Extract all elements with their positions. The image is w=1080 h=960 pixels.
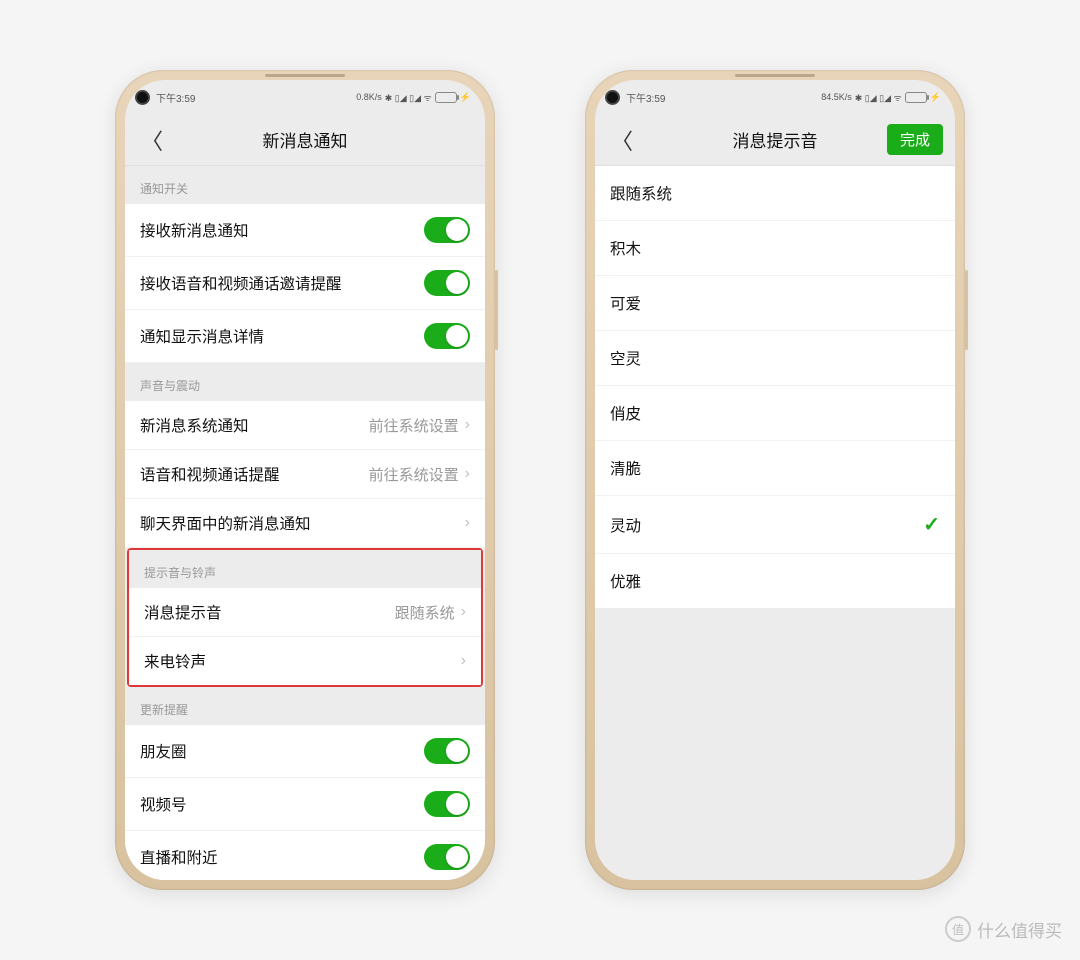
section-header: 更新提醒 [125, 687, 485, 725]
status-bar: 下午3:59 0.8K/s ✱ ▯◢ ▯◢ ᯤ ⚡ [125, 80, 485, 114]
cell-label: 接收语音和视频通话邀请提醒 [140, 272, 342, 294]
chevron-right-icon: › [465, 514, 470, 532]
sound-option-crisp[interactable]: 清脆 [595, 441, 955, 496]
cell-label: 来电铃声 [144, 650, 206, 672]
sound-option-elegant[interactable]: 优雅 [595, 554, 955, 608]
phone-right: 下午3:59 84.5K/s ✱ ▯◢ ▯◢ ᯤ ⚡ 〈 消息提示音 完成 跟随… [585, 70, 965, 890]
content-area[interactable]: 通知开关 接收新消息通知 接收语音和视频通话邀请提醒 通知显示消息详情 声音与震… [125, 166, 485, 880]
sound-label: 清脆 [610, 457, 641, 479]
done-button[interactable]: 完成 [887, 124, 943, 155]
back-button[interactable]: 〈 [137, 120, 167, 160]
row-call-ringtone[interactable]: 来电铃声 › [129, 637, 481, 685]
cell-label: 接收新消息通知 [140, 219, 249, 241]
sound-option-blocks[interactable]: 积木 [595, 221, 955, 276]
charging-icon: ⚡ [930, 92, 941, 103]
sound-option-lively[interactable]: 灵动 ✓ [595, 496, 955, 554]
cell-value: 前往系统设置 [369, 464, 459, 485]
front-camera [135, 90, 150, 105]
status-icons: ✱ ▯◢ ▯◢ ᯤ [855, 91, 902, 104]
sound-option-follow-system[interactable]: 跟随系统 [595, 166, 955, 221]
sound-option-playful[interactable]: 俏皮 [595, 386, 955, 441]
sound-option-cute[interactable]: 可爱 [595, 276, 955, 331]
cell-label: 朋友圈 [140, 740, 187, 762]
sound-label: 跟随系统 [610, 182, 672, 204]
toggle-switch[interactable] [424, 844, 470, 870]
status-time: 下午3:59 [626, 90, 665, 105]
page-title: 新消息通知 [263, 127, 348, 152]
battery-icon [905, 92, 927, 103]
row-call-remind[interactable]: 语音和视频通话提醒 前往系统设置 › [125, 450, 485, 499]
row-live-nearby[interactable]: 直播和附近 [125, 831, 485, 880]
highlighted-section: 提示音与铃声 消息提示音 跟随系统 › 来电铃声 › [127, 548, 483, 687]
cell-label: 新消息系统通知 [140, 414, 249, 436]
row-system-notify[interactable]: 新消息系统通知 前往系统设置 › [125, 401, 485, 450]
toggle-switch[interactable] [424, 217, 470, 243]
cell-label: 聊天界面中的新消息通知 [140, 512, 311, 534]
toggle-switch[interactable] [424, 791, 470, 817]
cell-value: 跟随系统 [395, 602, 455, 623]
section-header: 通知开关 [125, 166, 485, 204]
back-button[interactable]: 〈 [607, 120, 637, 160]
row-receive-call[interactable]: 接收语音和视频通话邀请提醒 [125, 257, 485, 310]
chevron-right-icon: › [461, 652, 466, 670]
row-chat-notify[interactable]: 聊天界面中的新消息通知 › [125, 499, 485, 548]
sound-label: 俏皮 [610, 402, 641, 424]
content-area[interactable]: 跟随系统 积木 可爱 空灵 俏皮 清脆 灵动 ✓ 优雅 [595, 166, 955, 880]
cell-label: 通知显示消息详情 [140, 325, 264, 347]
page-title: 消息提示音 [733, 127, 818, 152]
row-receive-msg[interactable]: 接收新消息通知 [125, 204, 485, 257]
status-bar: 下午3:59 84.5K/s ✱ ▯◢ ▯◢ ᯤ ⚡ [595, 80, 955, 114]
check-icon: ✓ [923, 512, 940, 537]
cell-label: 视频号 [140, 793, 187, 815]
watermark: 值 什么值得买 [945, 916, 1062, 942]
toggle-switch[interactable] [424, 323, 470, 349]
toggle-switch[interactable] [424, 738, 470, 764]
row-show-detail[interactable]: 通知显示消息详情 [125, 310, 485, 363]
charging-icon: ⚡ [460, 92, 471, 103]
net-speed: 0.8K/s [356, 92, 382, 102]
screen-right: 下午3:59 84.5K/s ✱ ▯◢ ▯◢ ᯤ ⚡ 〈 消息提示音 完成 跟随… [595, 80, 955, 880]
chevron-right-icon: › [465, 416, 470, 434]
speaker-slot [735, 74, 815, 77]
sound-label: 空灵 [610, 347, 641, 369]
row-channels[interactable]: 视频号 [125, 778, 485, 831]
sound-label: 优雅 [610, 570, 641, 592]
phone-left: 下午3:59 0.8K/s ✱ ▯◢ ▯◢ ᯤ ⚡ 〈 新消息通知 通知开关 接… [115, 70, 495, 890]
sound-option-ethereal[interactable]: 空灵 [595, 331, 955, 386]
row-msg-sound[interactable]: 消息提示音 跟随系统 › [129, 588, 481, 637]
sound-label: 可爱 [610, 292, 641, 314]
status-icons: ✱ ▯◢ ▯◢ ᯤ [385, 91, 432, 104]
cell-label: 消息提示音 [144, 601, 222, 623]
battery-icon [435, 92, 457, 103]
chevron-right-icon: › [461, 603, 466, 621]
sound-label: 积木 [610, 237, 641, 259]
front-camera [605, 90, 620, 105]
cell-label: 语音和视频通话提醒 [140, 463, 280, 485]
cell-label: 直播和附近 [140, 846, 218, 868]
net-speed: 84.5K/s [821, 92, 852, 102]
nav-bar: 〈 新消息通知 [125, 114, 485, 166]
cell-value: 前往系统设置 [369, 415, 459, 436]
section-header: 声音与震动 [125, 363, 485, 401]
row-moments[interactable]: 朋友圈 [125, 725, 485, 778]
watermark-text: 什么值得买 [977, 917, 1062, 942]
speaker-slot [265, 74, 345, 77]
section-header: 提示音与铃声 [129, 550, 481, 588]
sound-label: 灵动 [610, 514, 641, 536]
nav-bar: 〈 消息提示音 完成 [595, 114, 955, 166]
toggle-switch[interactable] [424, 270, 470, 296]
chevron-right-icon: › [465, 465, 470, 483]
status-time: 下午3:59 [156, 90, 195, 105]
screen-left: 下午3:59 0.8K/s ✱ ▯◢ ▯◢ ᯤ ⚡ 〈 新消息通知 通知开关 接… [125, 80, 485, 880]
watermark-icon: 值 [945, 916, 971, 942]
